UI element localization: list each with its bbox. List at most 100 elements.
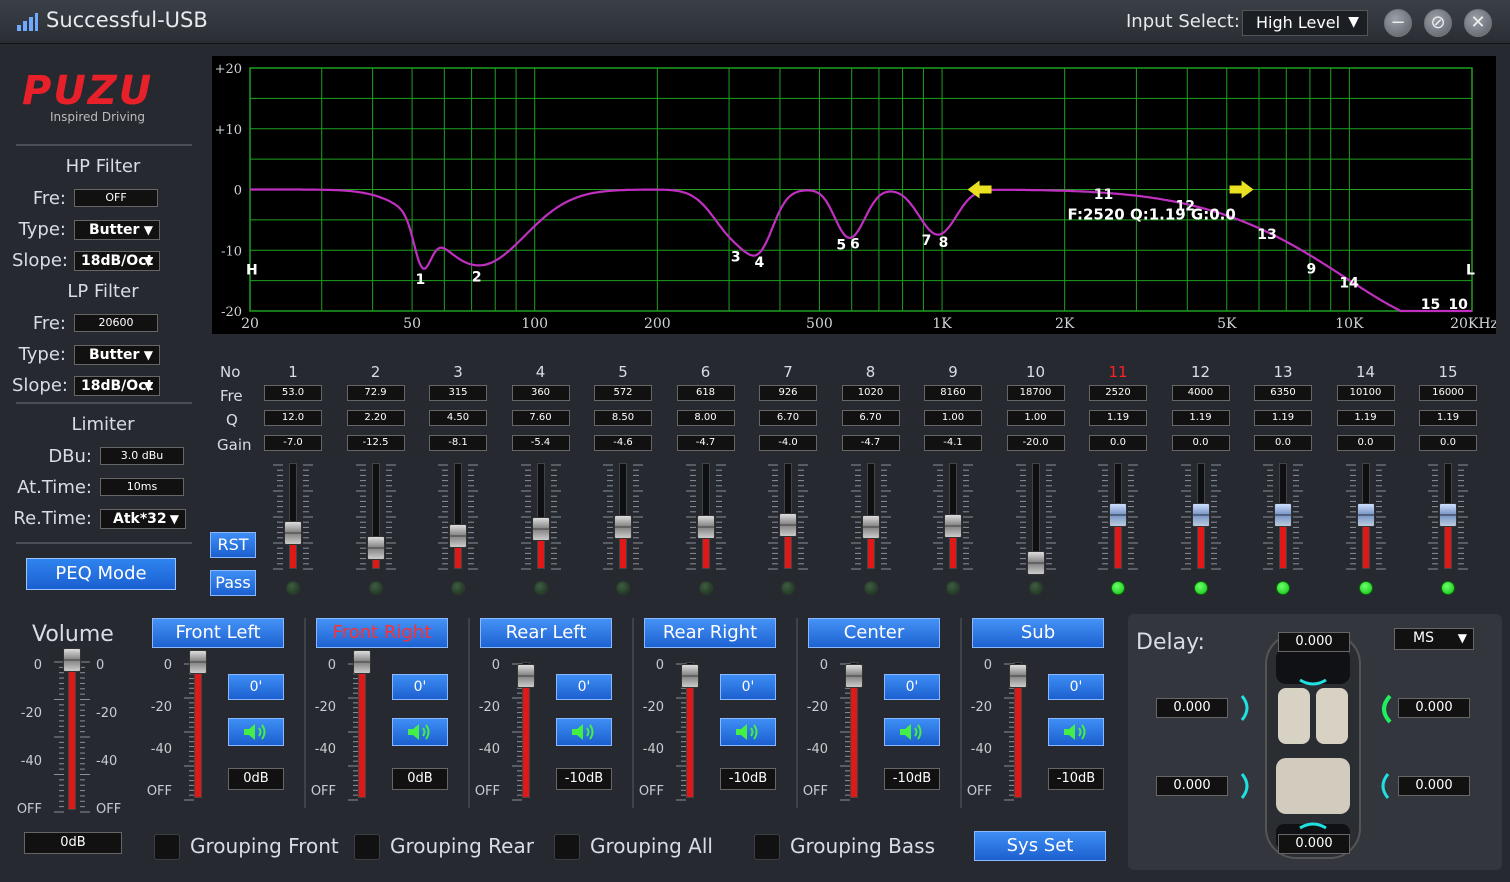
slider-thumb[interactable] — [779, 513, 797, 538]
hp-type-dropdown[interactable]: Butter ▼ — [74, 220, 160, 240]
band-gain-input[interactable]: -8.1 — [429, 435, 487, 451]
speaker-mute-button[interactable] — [884, 718, 940, 746]
fader-thumb[interactable] — [353, 650, 371, 674]
delay-front-left-input[interactable]: 0.000 — [1156, 698, 1228, 718]
channel-fader[interactable] — [358, 662, 366, 798]
slider-thumb[interactable] — [449, 524, 467, 549]
band-fre-input[interactable]: 53.0 — [264, 385, 322, 401]
band-gain-input[interactable]: -4.0 — [759, 435, 817, 451]
band-enable-led[interactable] — [451, 581, 465, 595]
band-fre-input[interactable]: 572 — [594, 385, 652, 401]
band-enable-led[interactable] — [1028, 581, 1043, 595]
band-q-input[interactable]: 6.70 — [841, 410, 900, 426]
phase-button[interactable]: 0' — [392, 674, 448, 700]
eq-point-label[interactable]: 5 — [836, 237, 846, 253]
band-enable-led[interactable] — [1111, 581, 1125, 595]
rst-button[interactable]: RST — [210, 532, 256, 558]
slider-thumb[interactable] — [1356, 503, 1375, 527]
input-select-dropdown[interactable]: High Level ▼ — [1242, 10, 1368, 36]
speaker-mute-button[interactable] — [556, 718, 612, 746]
eq-point-label[interactable]: 11 — [1094, 187, 1113, 203]
band-gain-input[interactable]: -4.6 — [594, 435, 652, 451]
eq-point-label[interactable]: 6 — [850, 237, 860, 253]
band-gain-slider[interactable] — [454, 463, 462, 569]
band-enable-led[interactable] — [533, 581, 548, 595]
slider-thumb[interactable] — [1026, 551, 1045, 575]
peq-mode-button[interactable]: PEQ Mode — [26, 558, 176, 590]
lp-slope-dropdown[interactable]: 18dB/Oct ▼ — [74, 376, 160, 396]
limiter-dbu-input[interactable]: 3.0 dBu — [100, 447, 184, 465]
band-fre-input[interactable]: 16000 — [1419, 385, 1477, 401]
band-enable-led[interactable] — [1441, 581, 1455, 595]
channel-title-button[interactable]: Rear Left — [480, 618, 612, 648]
eq-point-label[interactable]: 14 — [1339, 275, 1359, 291]
minimize-icon[interactable]: − — [1384, 9, 1412, 37]
limiter-retime-dropdown[interactable]: Atk*32 ▼ — [100, 509, 186, 529]
band-enable-led[interactable] — [1276, 581, 1290, 595]
close-icon[interactable]: ✕ — [1464, 9, 1492, 37]
eq-point-label[interactable]: 9 — [1307, 261, 1317, 277]
band-q-input[interactable]: 12.0 — [264, 410, 322, 426]
band-number[interactable]: 15 — [1418, 363, 1478, 381]
band-fre-input[interactable]: 6350 — [1254, 385, 1312, 401]
channel-level-value[interactable]: 0dB — [392, 768, 448, 790]
fader-thumb[interactable] — [189, 650, 207, 674]
delay-top-input[interactable]: 0.000 — [1278, 632, 1350, 652]
band-enable-led[interactable] — [286, 581, 300, 595]
delay-bottom-input[interactable]: 0.000 — [1278, 834, 1350, 854]
band-q-input[interactable]: 4.50 — [429, 410, 487, 426]
band-number[interactable]: 12 — [1171, 363, 1231, 381]
channel-title-button[interactable]: Rear Right — [644, 618, 776, 648]
eq-point-label[interactable]: 1 — [416, 272, 426, 288]
band-fre-input[interactable]: 1020 — [841, 385, 900, 401]
fader-thumb[interactable] — [1009, 663, 1027, 688]
eq-point-label[interactable]: 13 — [1257, 227, 1276, 243]
band-gain-slider[interactable] — [289, 463, 297, 569]
band-gain-input[interactable]: -5.4 — [511, 435, 570, 451]
band-number[interactable]: 10 — [1006, 363, 1066, 381]
band-number[interactable]: 7 — [758, 363, 818, 381]
volume-fader[interactable] — [68, 660, 76, 810]
band-enable-led[interactable] — [781, 581, 795, 595]
lp-fre-input[interactable]: 20600 — [74, 314, 158, 332]
slider-thumb[interactable] — [861, 515, 880, 540]
eq-point-label[interactable]: 8 — [939, 235, 949, 251]
channel-level-value[interactable]: -10dB — [720, 768, 776, 790]
limiter-attime-input[interactable]: 10ms — [100, 478, 184, 496]
eq-point-label[interactable]: 10 — [1448, 297, 1468, 313]
band-fre-input[interactable]: 4000 — [1171, 385, 1230, 401]
channel-title-button[interactable]: Front Left — [152, 618, 284, 648]
disconnect-icon[interactable]: ⊘ — [1424, 9, 1452, 37]
band-gain-input[interactable]: 0.0 — [1171, 435, 1230, 451]
band-number[interactable]: 11 — [1088, 363, 1148, 381]
speaker-mute-button[interactable] — [720, 718, 776, 746]
band-gain-input[interactable]: -4.7 — [676, 435, 735, 451]
speaker-mute-button[interactable] — [228, 718, 284, 746]
slider-thumb[interactable] — [696, 515, 715, 540]
band-q-input[interactable]: 1.00 — [1006, 410, 1065, 426]
lp-marker[interactable]: L — [1466, 263, 1475, 279]
band-number[interactable]: 5 — [593, 363, 653, 381]
speaker-mute-button[interactable] — [1048, 718, 1104, 746]
band-fre-input[interactable]: 72.9 — [346, 385, 405, 401]
band-enable-led[interactable] — [698, 581, 713, 595]
band-gain-input[interactable]: -20.0 — [1006, 435, 1065, 451]
speaker-fr-icon[interactable] — [1376, 694, 1396, 724]
slider-thumb[interactable] — [944, 513, 962, 538]
band-number[interactable]: 3 — [428, 363, 488, 381]
phase-button[interactable]: 0' — [720, 674, 776, 700]
eq-point-label[interactable]: 15 — [1421, 297, 1440, 313]
hp-marker[interactable]: H — [246, 263, 258, 279]
band-gain-input[interactable]: 0.0 — [1089, 435, 1147, 451]
sys-set-button[interactable]: Sys Set — [974, 831, 1106, 861]
band-number[interactable]: 2 — [346, 363, 406, 381]
slider-thumb[interactable] — [1274, 503, 1292, 527]
slider-thumb[interactable] — [531, 517, 550, 542]
band-q-input[interactable]: 1.19 — [1419, 410, 1477, 426]
channel-fader[interactable] — [194, 662, 202, 798]
fader-thumb[interactable] — [681, 663, 699, 688]
band-q-input[interactable]: 2.20 — [346, 410, 405, 426]
checkbox-box[interactable] — [154, 834, 180, 860]
delay-unit-dropdown[interactable]: MS ▼ — [1394, 628, 1474, 650]
fader-thumb[interactable] — [63, 648, 81, 672]
